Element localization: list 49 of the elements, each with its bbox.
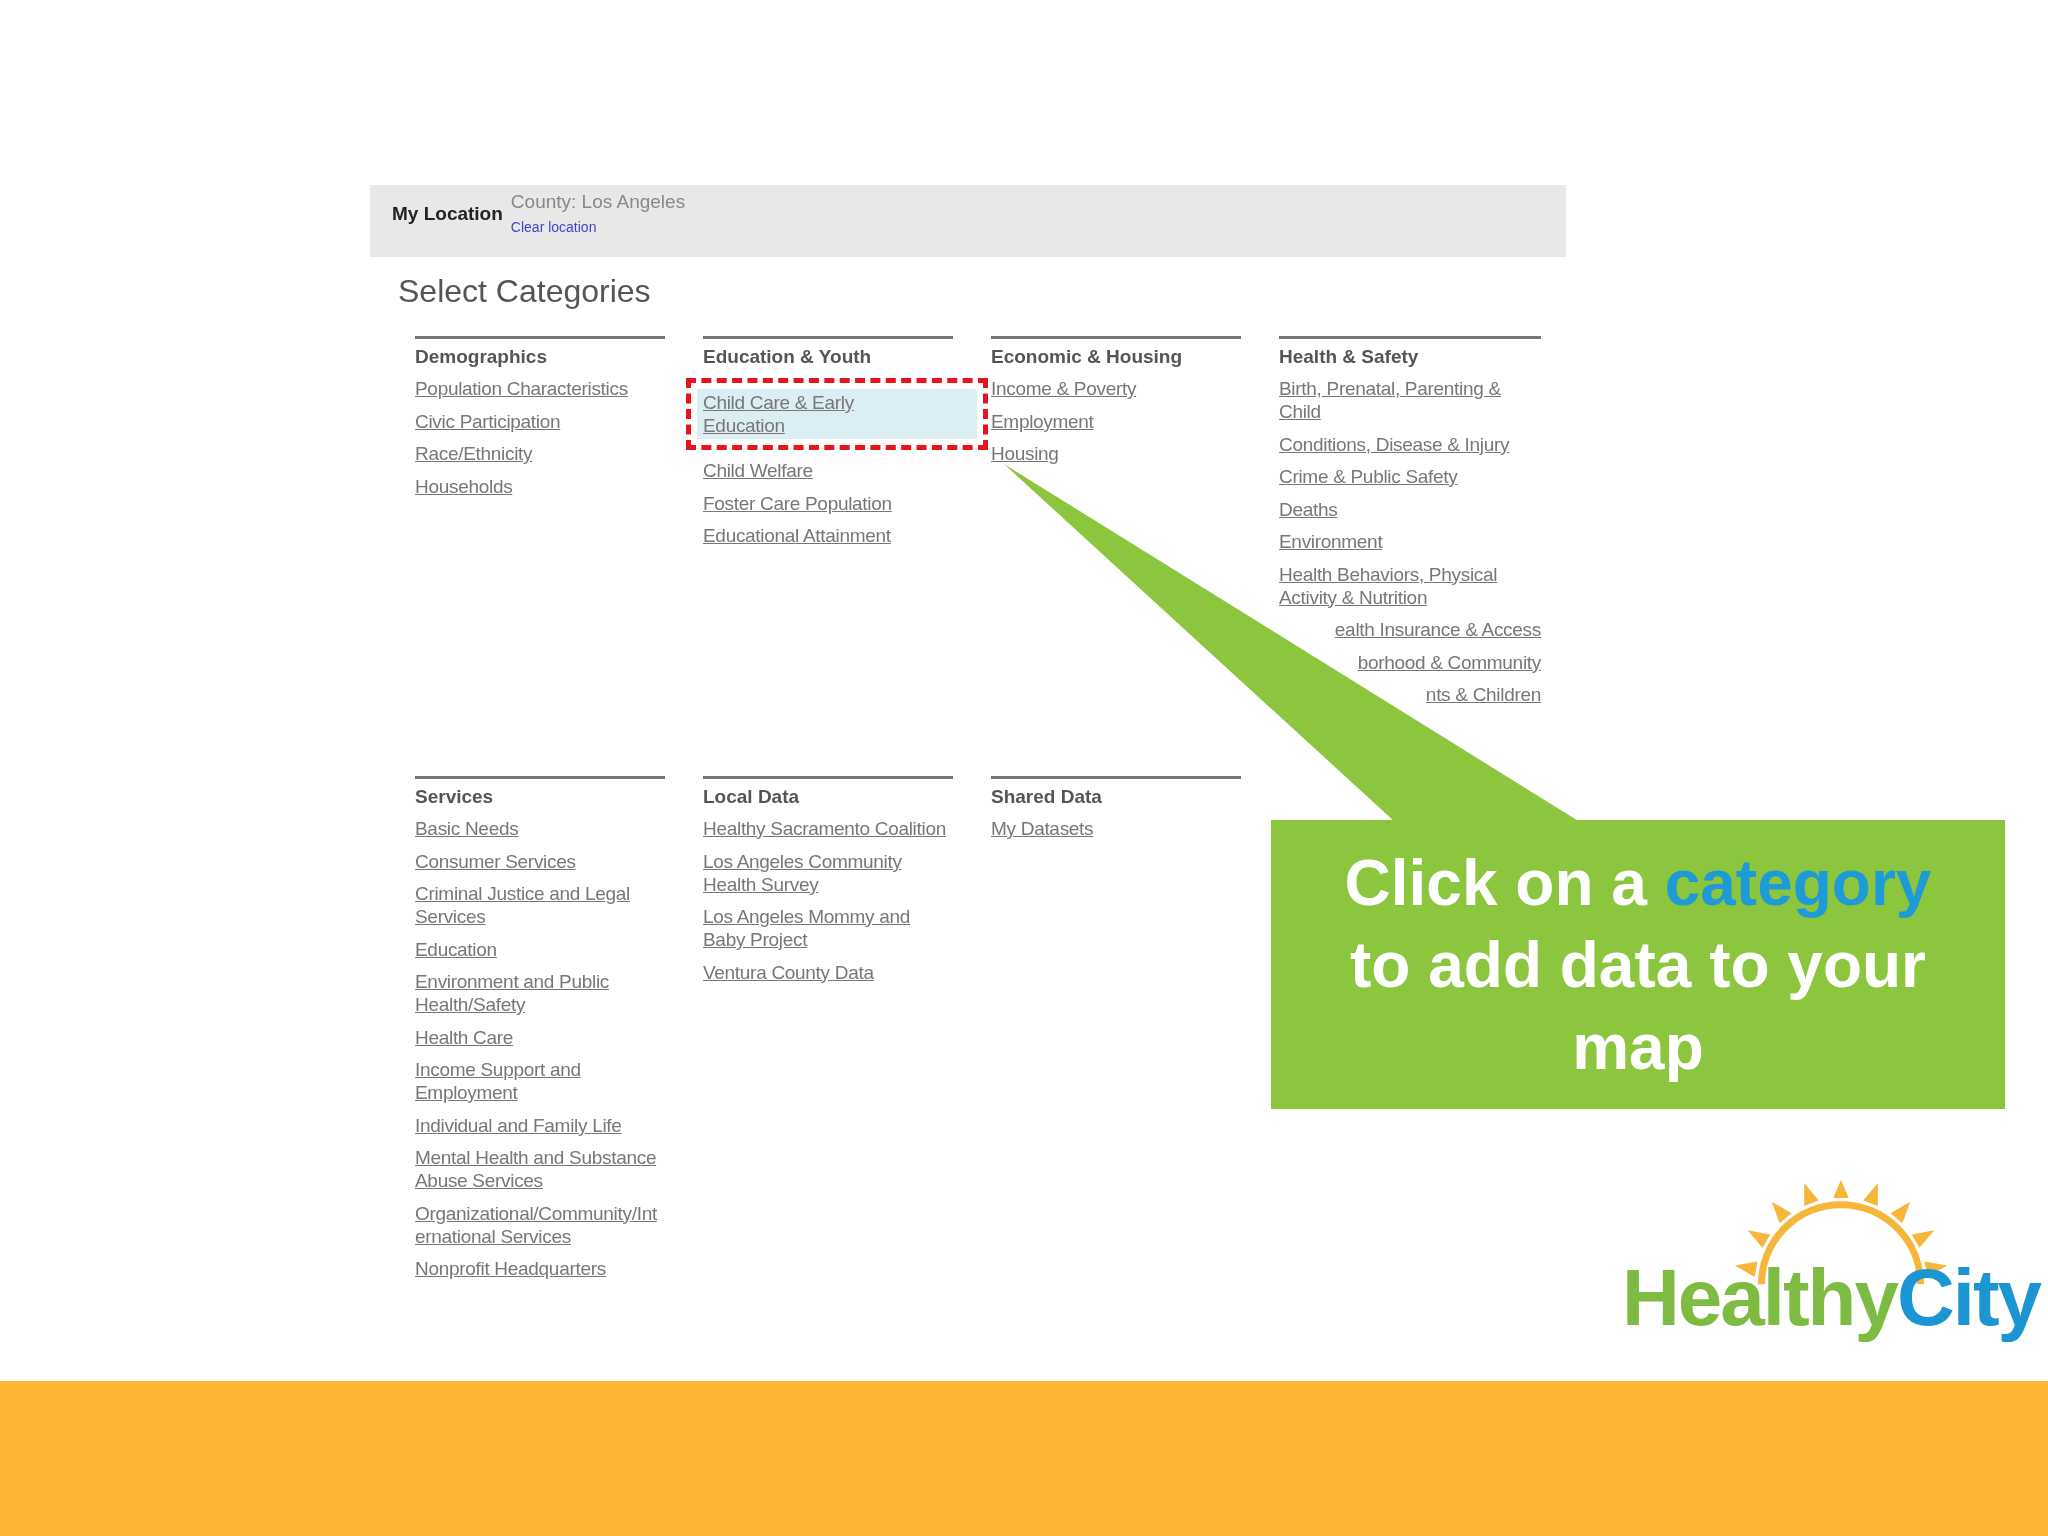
callout-text: Click on a category to add data to your map — [1343, 845, 1933, 1085]
category-link[interactable]: Race/Ethnicity — [415, 442, 533, 465]
category-link[interactable]: Environment and Public Health/Safety — [415, 970, 665, 1016]
category-link[interactable]: Income Support and Employment — [415, 1058, 665, 1104]
category-link[interactable]: Civic Participation — [415, 409, 561, 433]
category-link[interactable]: Households — [415, 474, 513, 498]
category-link[interactable]: Housing — [991, 442, 1059, 465]
group-heading: Local Data — [703, 785, 800, 808]
category-link[interactable]: Basic Needs — [415, 817, 519, 840]
category-link[interactable]: Child Welfare — [703, 459, 813, 482]
category-link[interactable]: Educational Attainment — [703, 524, 891, 547]
category-link[interactable]: Birth, Prenatal, Parenting & Child — [1279, 377, 1541, 423]
category-link[interactable]: Income & Poverty — [991, 377, 1137, 400]
clear-location-link[interactable]: Clear location — [510, 219, 686, 235]
category-link[interactable]: Health Behaviors, Physical Activity & Nutrition — [1279, 562, 1541, 609]
category-link[interactable]: Ventura County Data — [703, 960, 874, 984]
category-link[interactable]: Los Angeles Mommy and Baby Project — [703, 905, 953, 951]
category-link[interactable]: Nonprofit Headquarters — [415, 1257, 606, 1280]
category-link[interactable]: Deaths — [1279, 497, 1338, 521]
category-link[interactable]: My Datasets — [991, 817, 1094, 840]
category-link[interactable]: Criminal Justice and Legal Services — [415, 882, 665, 928]
category-link[interactable]: Mental Health and Substance Abuse Services — [415, 1146, 665, 1192]
category-link[interactable]: Education — [415, 937, 497, 961]
category-link[interactable]: Employment — [991, 409, 1094, 433]
group-heading: Shared Data — [991, 785, 1102, 808]
category-link[interactable]: Organizational/Community/International Services — [415, 1201, 665, 1248]
category-link[interactable]: Individual and Family Life — [415, 1113, 622, 1137]
location-value: County: Los Angeles — [510, 191, 686, 213]
category-link[interactable]: Crime & Public Safety — [1279, 465, 1458, 488]
category-link[interactable]: Foster Care Population — [703, 491, 892, 515]
location-label: My Location — [392, 203, 503, 225]
page-title: Select Categories — [398, 273, 652, 310]
category-link[interactable]: Conditions, Disease & Injury — [1279, 432, 1510, 456]
category-link[interactable]: borhood & Community — [1357, 650, 1541, 674]
category-link[interactable]: Health Care — [415, 1025, 514, 1049]
category-link[interactable]: Child Care & Early Education — [697, 389, 977, 439]
category-link[interactable]: Healthy Sacramento Coalition — [703, 817, 946, 840]
group-heading: Health & Safety — [1279, 345, 1419, 368]
group-heading: Services — [415, 785, 494, 808]
category-link[interactable]: Population Characteristics — [415, 377, 628, 400]
group-heading: Demographics — [415, 345, 547, 368]
group-heading: Economic & Housing — [991, 345, 1183, 368]
category-link[interactable]: Environment — [1279, 530, 1383, 553]
category-link[interactable]: Consumer Services — [415, 849, 576, 873]
category-link[interactable]: nts & Children — [1425, 683, 1541, 706]
group-heading: Education & Youth — [703, 345, 872, 368]
category-link[interactable]: ealth Insurance & Access — [1334, 618, 1541, 641]
logo-wordmark: HealthyCity — [1621, 1252, 2041, 1344]
category-link[interactable]: Los Angeles Community Health Survey — [703, 849, 953, 896]
